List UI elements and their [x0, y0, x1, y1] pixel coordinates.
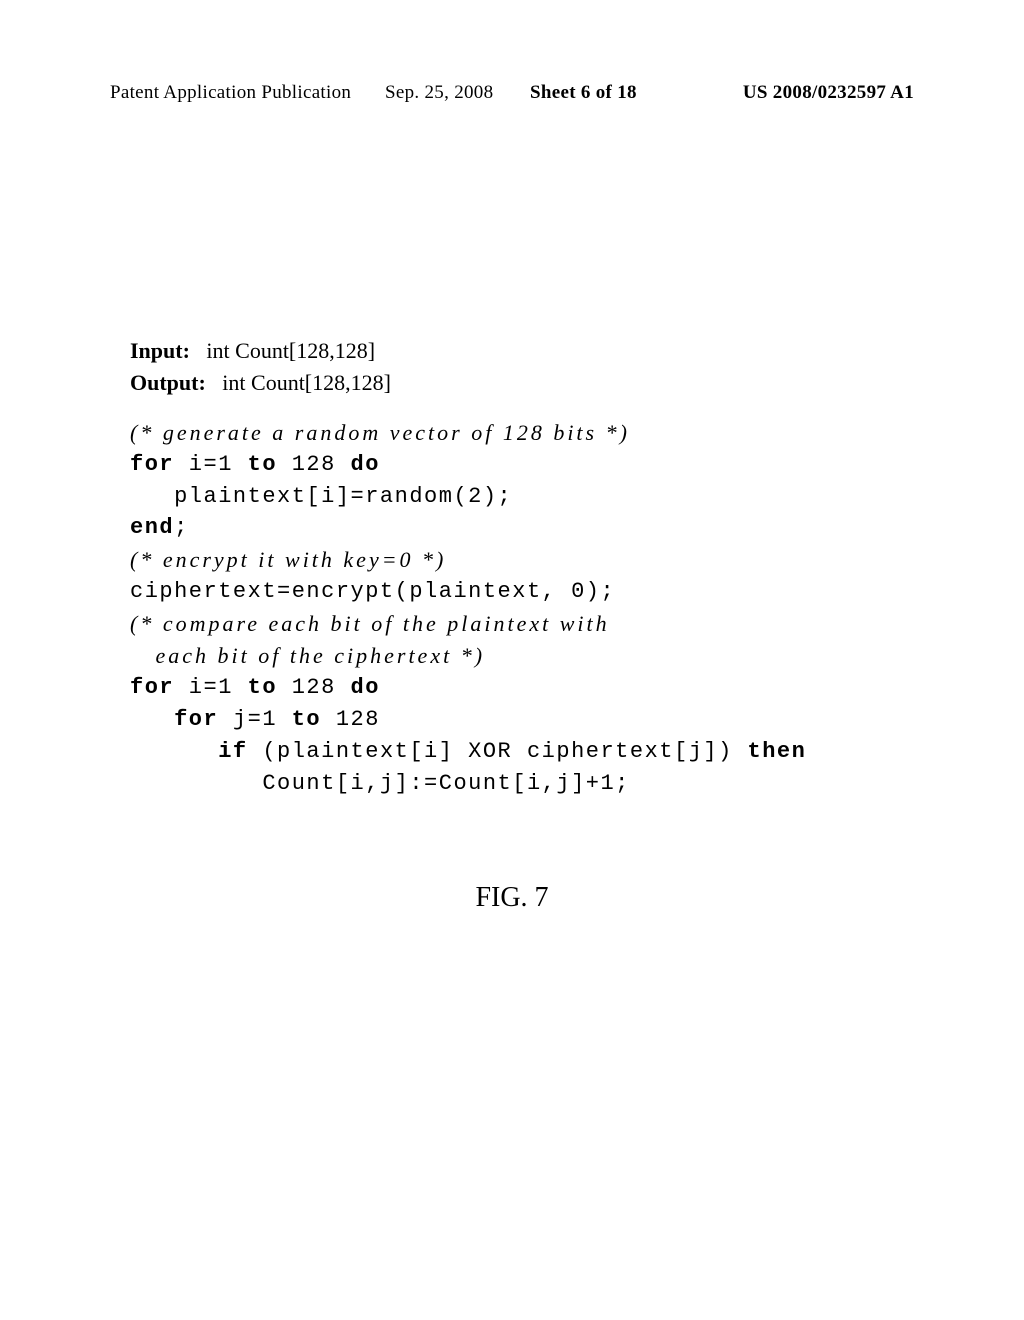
comment-compare-1: (* compare each bit of the plaintext wit… [130, 608, 806, 640]
comment-compare-2: each bit of the ciphertext *) [130, 640, 806, 672]
count-line: Count[i,j]:=Count[i,j]+1; [130, 768, 806, 800]
keyword-to: to [248, 675, 277, 700]
header-publication: Patent Application Publication [110, 82, 351, 103]
output-value [211, 370, 222, 395]
if-line: if (plaintext[i] XOR ciphertext[j]) then [130, 736, 806, 768]
output-value-text: int Count[128,128] [222, 370, 391, 395]
code-text: i=1 [174, 452, 248, 477]
keyword-for: for [130, 452, 174, 477]
header-date: Sep. 25, 2008 [385, 82, 493, 104]
keyword-then: then [748, 739, 807, 764]
input-line: Input: int Count[128,128] [130, 335, 806, 367]
code-text: 128 [321, 707, 380, 732]
comment-generate: (* generate a random vector of 128 bits … [130, 417, 806, 449]
end-line: end; [130, 512, 806, 544]
code-text: i=1 [174, 675, 248, 700]
keyword-do: do [351, 452, 380, 477]
keyword-for: for [130, 675, 174, 700]
figure-caption: FIG. 7 [0, 882, 1024, 914]
keyword-if: if [130, 739, 248, 764]
keyword-to: to [248, 452, 277, 477]
plaintext-assign: plaintext[i]=random(2); [130, 481, 806, 513]
keyword-end: end [130, 515, 174, 540]
page-header: Patent Application Publication Sep. 25, … [0, 82, 1024, 104]
code-text: (plaintext[i] XOR ciphertext[j]) [248, 739, 748, 764]
header-patent-number: US 2008/0232597 A1 [743, 82, 914, 104]
header-sheet: Sheet 6 of 18 [530, 82, 637, 104]
keyword-to: to [292, 707, 321, 732]
code-text: ; [174, 515, 189, 540]
ciphertext-line: ciphertext=encrypt(plaintext, 0); [130, 576, 806, 608]
keyword-for: for [130, 707, 218, 732]
for-loop-2: for i=1 to 128 do [130, 672, 806, 704]
for-loop-1: for i=1 to 128 do [130, 449, 806, 481]
for-loop-3: for j=1 to 128 [130, 704, 806, 736]
comment-encrypt: (* encrypt it with key=0 *) [130, 544, 806, 576]
code-text: 128 [277, 452, 351, 477]
keyword-do: do [351, 675, 380, 700]
code-text: 128 [277, 675, 351, 700]
input-label: Input: [130, 338, 190, 363]
code-block: Input: int Count[128,128] Output: int Co… [130, 335, 806, 799]
output-line: Output: int Count[128,128] [130, 367, 806, 399]
output-label: Output: [130, 370, 206, 395]
input-value [195, 338, 206, 363]
input-value-text: int Count[128,128] [206, 338, 375, 363]
code-text: j=1 [218, 707, 292, 732]
